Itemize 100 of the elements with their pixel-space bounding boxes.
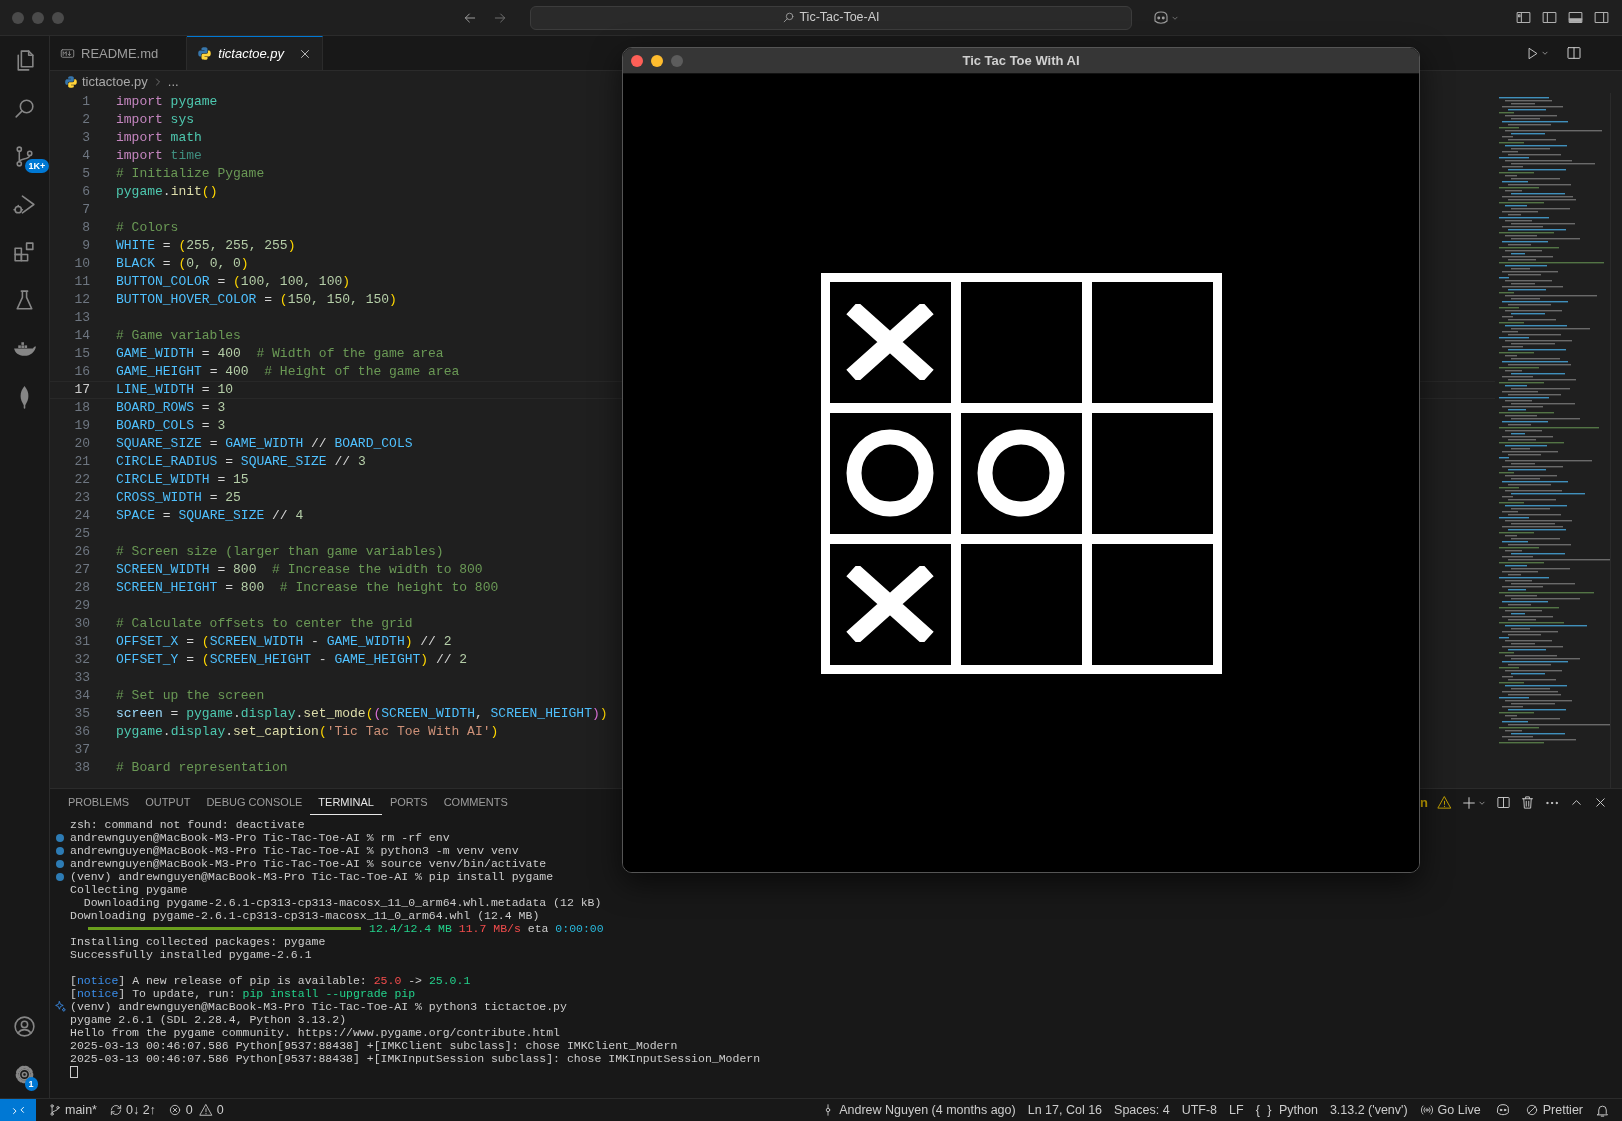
code-line: CIRCLE_RADIUS = SQUARE_SIZE // 3: [116, 454, 366, 470]
panel-tab[interactable]: OUTPUT: [137, 789, 199, 816]
warning-icon: [198, 1103, 213, 1117]
close-icon[interactable]: [1593, 795, 1608, 810]
panel-tab[interactable]: COMMENTS: [435, 789, 516, 816]
status-item[interactable]: Ln 17, Col 16: [1021, 1099, 1109, 1121]
trash-icon[interactable]: [1520, 795, 1535, 810]
terminal-line: (venv) andrewnguyen@MacBook-M3-Pro Tic-Tac-Toe-AI % pip install pygame: [70, 870, 554, 883]
layout-icon[interactable]: [1515, 9, 1532, 26]
line-number: 29: [73, 598, 90, 614]
line-number: 22: [73, 472, 90, 488]
markdown-file-icon: [60, 46, 75, 61]
line-number: 35: [73, 706, 90, 722]
board-cell[interactable]: [1091, 543, 1213, 665]
window-title: Tic Tac Toe With AI: [962, 51, 1080, 70]
blocks-icon: [12, 239, 37, 265]
status-item[interactable]: Spaces: 4: [1108, 1099, 1176, 1121]
code-line: LINE_WIDTH = 10: [116, 382, 234, 398]
terminal-line: pygame 2.6.1 (SDL 2.28.4, Python 3.13.2): [70, 1013, 347, 1026]
line-number: 32: [73, 652, 90, 668]
status-dot-icon: [56, 833, 64, 842]
line-number: 26: [73, 544, 90, 560]
board-cell[interactable]: [829, 281, 951, 403]
window-control-dot[interactable]: [52, 11, 64, 24]
code-line: # Game variables: [116, 328, 241, 344]
copilot-button[interactable]: [1152, 8, 1180, 27]
terminal-cursor: [70, 1065, 78, 1078]
code-line: BOARD_COLS = 3: [116, 418, 226, 434]
line-number: 18: [73, 400, 90, 416]
code-line: SCREEN_HEIGHT = 800 # Increase the height to 800: [116, 580, 499, 596]
line-number: 9: [81, 238, 90, 254]
line-number: 11: [73, 274, 90, 290]
board-cell[interactable]: [829, 412, 951, 534]
panel-tab[interactable]: DEBUG CONSOLE: [198, 789, 311, 816]
layout-icon[interactable]: [1541, 9, 1558, 26]
error-icon: [167, 1103, 182, 1117]
copilot-icon[interactable]: [1494, 1102, 1511, 1118]
breadcrumb-item[interactable]: ...: [167, 72, 179, 92]
terminal-line: (venv) andrewnguyen@MacBook-M3-Pro Tic-Tac-Toe-AI % python3 tictactoe.py: [70, 1000, 567, 1013]
problems-status[interactable]: 0 0: [161, 1099, 230, 1121]
window-control-dot[interactable]: [671, 55, 683, 67]
board-cell[interactable]: [960, 412, 1082, 534]
search-icon: [782, 11, 796, 24]
copilot-icon: [1152, 8, 1170, 27]
board-cell[interactable]: [1091, 281, 1213, 403]
board-cell[interactable]: [960, 281, 1082, 403]
code-line: import pygame: [116, 94, 218, 110]
split-terminal-icon[interactable]: [1496, 795, 1511, 810]
terminal-line: 2025-03-13 00:46:07.586 Python[9537:88438] +[IMKClient subclass]: chose IMKClient_Modern: [70, 1039, 678, 1052]
layout-icon[interactable]: [1567, 9, 1584, 26]
line-number: 36: [73, 724, 90, 740]
source-control-button[interactable]: 1K+: [0, 132, 50, 180]
split-editor-icon[interactable]: [1566, 45, 1582, 61]
terminal-line: [notice] To update, run: pip install --upgrade pip: [70, 987, 416, 1000]
sync-status[interactable]: 0↓ 2↑: [102, 1099, 162, 1121]
board-cell[interactable]: [960, 543, 1082, 665]
line-number: 17: [73, 382, 90, 398]
settings-button[interactable]: 1: [0, 1050, 50, 1098]
status-item[interactable]: LF: [1223, 1099, 1250, 1121]
board-cell[interactable]: [1091, 412, 1213, 534]
code-line: # Calculate offsets to center the grid: [116, 616, 413, 632]
line-number: 20: [73, 436, 90, 452]
window-control-dot[interactable]: [32, 11, 44, 24]
branch-status[interactable]: main*: [42, 1099, 103, 1121]
line-number: 31: [73, 634, 90, 650]
new-terminal-button[interactable]: [1461, 794, 1487, 811]
sparkle-icon[interactable]: [53, 1000, 67, 1013]
language-mode[interactable]: { } Python: [1249, 1099, 1324, 1121]
plus-icon: [1461, 794, 1477, 811]
git-blame-status[interactable]: Andrew Nguyen (4 months ago): [815, 1099, 1022, 1121]
breadcrumb-item[interactable]: tictactoe.py: [82, 72, 148, 92]
window-control-dot[interactable]: [631, 55, 643, 67]
line-number: 16: [73, 364, 90, 380]
code-line: SCREEN_WIDTH = 800 # Increase the width to 800: [116, 562, 483, 578]
window-control-dot[interactable]: [12, 11, 24, 24]
code-line: SQUARE_SIZE = GAME_WIDTH // BOARD_COLS: [116, 436, 413, 452]
code-line: import sys: [116, 112, 194, 128]
window-control-dot[interactable]: [651, 55, 663, 67]
panel-tab[interactable]: TERMINAL: [310, 789, 382, 816]
go-live-button[interactable]: Go Live: [1413, 1099, 1487, 1121]
status-item[interactable]: UTF-8: [1175, 1099, 1224, 1121]
line-number: 37: [73, 742, 90, 758]
panel-tab[interactable]: PORTS: [381, 789, 436, 816]
notifications-icon[interactable]: [1595, 1102, 1610, 1118]
code-line: SPACE = SQUARE_SIZE // 4: [116, 508, 304, 524]
status-item[interactable]: 3.13.2 ('venv'): [1323, 1099, 1414, 1121]
line-number: 23: [73, 490, 90, 506]
panel-tab[interactable]: PROBLEMS: [60, 789, 138, 816]
editor-tab[interactable]: tictactoe.py: [187, 36, 324, 70]
code-line: # Colors: [116, 220, 179, 236]
code-line: BUTTON_COLOR = (100, 100, 100): [116, 274, 351, 290]
line-number: 19: [73, 418, 90, 434]
layout-icon[interactable]: [1593, 9, 1610, 26]
terminal-name[interactable]: n: [1420, 792, 1428, 813]
board-cell[interactable]: [829, 543, 951, 665]
line-number: 6: [81, 184, 90, 200]
status-dot-icon: [56, 872, 64, 881]
command-search-field[interactable]: Tic-Tac-Toe-AI: [530, 5, 1132, 30]
terminal-line: andrewnguyen@MacBook-M3-Pro Tic-Tac-Toe-AI % rm -rf env: [70, 831, 450, 844]
prettier-status[interactable]: Prettier: [1518, 1099, 1589, 1121]
